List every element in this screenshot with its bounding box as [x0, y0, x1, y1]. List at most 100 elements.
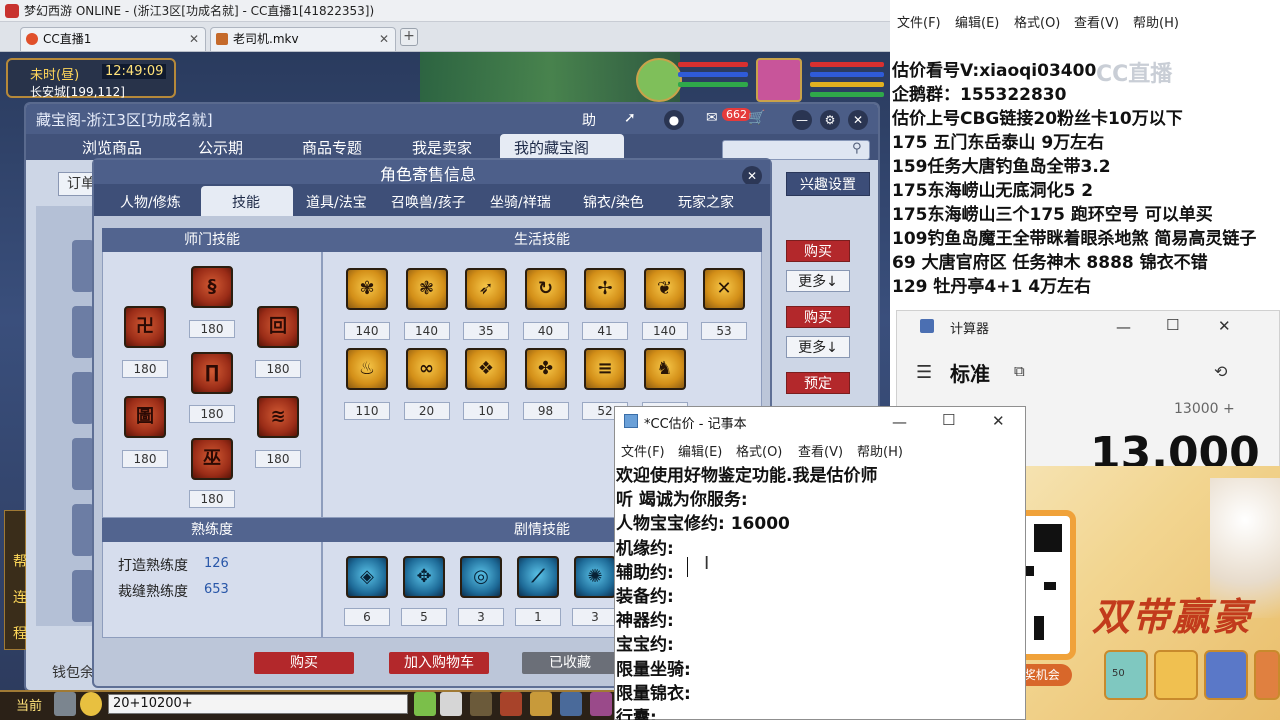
life-skill-icon[interactable]: ❃ — [405, 268, 448, 310]
life-skill-icon[interactable]: ❦ — [643, 268, 686, 310]
story-skill-icon[interactable]: ✥ — [403, 556, 445, 598]
tab-video-file[interactable]: 老司机.mkv ✕ — [210, 27, 396, 51]
dialog-close-icon[interactable]: ✕ — [742, 166, 762, 186]
np-menu-help[interactable]: 帮助(H) — [857, 441, 903, 460]
task-icon[interactable] — [530, 692, 552, 716]
life-skill-icon[interactable]: ✕ — [703, 268, 745, 310]
battle-icon[interactable] — [414, 692, 436, 716]
life-skill-icon[interactable]: ∞ — [405, 348, 448, 390]
buy-button[interactable]: 购买 — [254, 652, 354, 674]
nav-seller[interactable]: 我是卖家 — [412, 137, 472, 158]
message-icon[interactable]: ✉ — [706, 110, 718, 126]
school-skill-icon[interactable]: 回 — [257, 306, 299, 348]
menu-view[interactable]: 查看(V) — [1074, 12, 1119, 31]
tab-items[interactable]: 道具/法宝 — [306, 192, 367, 212]
tab-cc-live[interactable]: CC直播1 ✕ — [20, 27, 206, 51]
help-button[interactable]: 助 — [582, 110, 596, 130]
calculator-close-button[interactable]: ✕ — [1218, 317, 1231, 335]
np-menu-format[interactable]: 格式(O) — [736, 441, 782, 460]
item-icon[interactable] — [440, 692, 462, 716]
story-skill-icon[interactable]: ◎ — [460, 556, 502, 598]
system-icon[interactable] — [590, 692, 612, 716]
life-skill-icon[interactable]: ↻ — [524, 268, 567, 310]
record-icon[interactable]: ● — [664, 110, 684, 130]
listing-avatar[interactable] — [72, 372, 94, 424]
map-location[interactable]: 长安城[199,112] — [30, 83, 125, 100]
microphone-icon[interactable] — [54, 692, 76, 716]
menu-edit[interactable]: 编辑(E) — [955, 12, 999, 31]
ribbon-link[interactable]: 连 — [13, 587, 27, 607]
np-menu-file[interactable]: 文件(F) — [621, 441, 665, 460]
tab-character[interactable]: 人物/修炼 — [120, 192, 181, 212]
tab-home[interactable]: 玩家之家 — [678, 192, 734, 212]
pet-portrait[interactable] — [636, 58, 682, 102]
nav-browse[interactable]: 浏览商品 — [82, 137, 142, 158]
tab-pets[interactable]: 召唤兽/孩子 — [391, 192, 466, 212]
listing-avatar[interactable] — [72, 504, 94, 556]
cart-icon[interactable]: 🛒 — [748, 110, 765, 126]
tab-mounts[interactable]: 坐骑/祥瑞 — [490, 192, 551, 212]
favorited-button[interactable]: 已收藏 — [522, 652, 618, 674]
share-icon[interactable]: ➚ — [624, 110, 636, 126]
life-skill-icon[interactable]: ≡ — [584, 348, 626, 390]
listing-avatar[interactable] — [72, 306, 94, 358]
listing-avatar[interactable] — [72, 570, 94, 622]
menu-help[interactable]: 帮助(H) — [1133, 12, 1179, 31]
keep-on-top-icon[interactable]: ⧉ — [1014, 362, 1025, 380]
buy-button[interactable]: 购买 — [786, 240, 850, 262]
school-skill-icon[interactable]: 卍 — [124, 306, 166, 348]
menu-format[interactable]: 格式(O) — [1014, 12, 1060, 31]
notepad-minimize-button[interactable]: — — [892, 413, 907, 431]
school-skill-icon[interactable]: 巫 — [191, 438, 233, 480]
school-skill-icon[interactable]: ∏ — [191, 352, 233, 394]
player-portrait[interactable] — [756, 58, 802, 102]
reserve-button[interactable]: 预定 — [786, 372, 850, 394]
calculator-maximize-button[interactable]: ☐ — [1166, 316, 1179, 334]
chat-channel-current[interactable]: 当前 — [16, 695, 42, 714]
close-icon[interactable]: ✕ — [848, 110, 868, 130]
life-skill-icon[interactable]: ✾ — [346, 268, 388, 310]
calculator-minimize-button[interactable]: — — [1116, 318, 1131, 336]
nav-my-cbg[interactable]: 我的藏宝阁 — [514, 137, 589, 158]
settings-icon[interactable]: ⚙ — [820, 110, 840, 130]
buy-button[interactable]: 购买 — [786, 306, 850, 328]
history-icon[interactable]: ⟲ — [1214, 362, 1227, 381]
new-tab-button[interactable]: + — [400, 28, 418, 46]
tab-outfits[interactable]: 锦衣/染色 — [583, 192, 644, 212]
listing-avatar[interactable] — [72, 438, 94, 490]
close-tab-icon[interactable]: ✕ — [189, 28, 199, 50]
life-skill-icon[interactable]: ➶ — [465, 268, 507, 310]
ribbon-journey[interactable]: 程 — [13, 623, 27, 643]
story-skill-icon[interactable]: ✺ — [574, 556, 616, 598]
school-skill-icon[interactable]: ≋ — [257, 396, 299, 438]
life-skill-icon[interactable]: ✤ — [524, 348, 567, 390]
np-menu-edit[interactable]: 编辑(E) — [678, 441, 722, 460]
search-input[interactable] — [722, 140, 870, 160]
nav-topics[interactable]: 商品专题 — [302, 137, 362, 158]
search-icon[interactable]: ⚲ — [852, 141, 862, 156]
ribbon-gang[interactable]: 帮 — [13, 551, 27, 571]
notepad-close-button[interactable]: ✕ — [992, 412, 1005, 430]
promo-reward-card[interactable] — [1204, 650, 1248, 700]
interest-settings-button[interactable]: 兴趣设置 — [786, 172, 870, 196]
menu-file[interactable]: 文件(F) — [897, 12, 941, 31]
minimize-icon[interactable]: — — [792, 110, 812, 130]
life-skill-icon[interactable]: ✢ — [584, 268, 626, 310]
tab-skills[interactable]: 技能 — [232, 192, 260, 212]
life-skill-icon[interactable]: ❖ — [465, 348, 507, 390]
emoji-icon[interactable] — [80, 692, 102, 716]
promo-reward-card[interactable] — [1254, 650, 1280, 700]
notepad-maximize-button[interactable]: ☐ — [942, 411, 955, 429]
listing-avatar[interactable] — [72, 240, 94, 292]
life-skill-icon[interactable]: ♞ — [643, 348, 686, 390]
school-skill-icon[interactable]: § — [191, 266, 233, 308]
np-menu-view[interactable]: 查看(V) — [798, 441, 843, 460]
add-to-cart-button[interactable]: 加入购物车 — [389, 652, 489, 674]
story-skill-icon[interactable]: ◈ — [346, 556, 388, 598]
school-skill-icon[interactable]: 圖 — [124, 396, 166, 438]
life-skill-icon[interactable]: ♨ — [346, 348, 388, 390]
pet-icon[interactable] — [470, 692, 492, 716]
hamburger-menu-icon[interactable]: ☰ — [916, 362, 932, 383]
more-button[interactable]: 更多↓ — [786, 336, 850, 358]
promo-reward-card[interactable] — [1104, 650, 1148, 700]
